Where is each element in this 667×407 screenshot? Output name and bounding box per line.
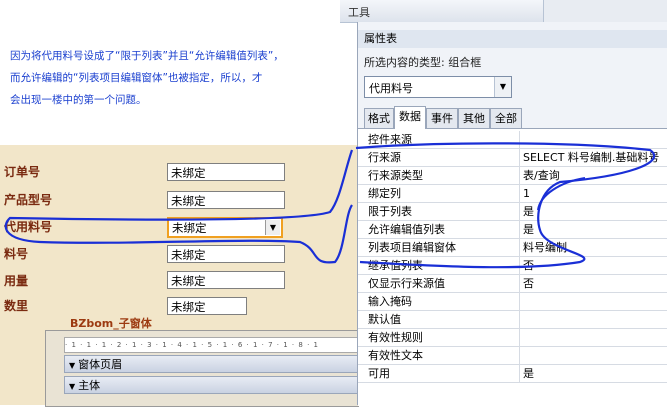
property-row[interactable]: 默认值 (358, 311, 667, 329)
combobox-value: 未绑定 (172, 221, 207, 235)
property-value[interactable] (519, 329, 667, 346)
property-row[interactable]: 仅显示行来源值 否 (358, 275, 667, 293)
section-label: 主体 (78, 379, 101, 392)
property-row[interactable]: 可用 是 (358, 365, 667, 383)
subform-label: BZbom_子窗体 (70, 317, 152, 330)
note-line: 因为将代用料号设成了“限于列表”并且“允许编辑值列表”， (10, 50, 284, 62)
property-value[interactable]: 是 (519, 203, 667, 220)
property-value[interactable]: 1 (519, 185, 667, 202)
textbox-part-no[interactable]: 未绑定 (167, 245, 285, 263)
property-name: 控件来源 (368, 133, 412, 146)
property-value[interactable] (519, 131, 667, 148)
property-value[interactable]: 是 (519, 221, 667, 238)
property-value[interactable] (519, 311, 667, 328)
property-row[interactable]: 行来源 SELECT 料号编制.基础料号 (358, 149, 667, 167)
property-name: 继承值列表 (368, 259, 423, 272)
control-selector-dropdown[interactable]: 代用料号 ▼ (364, 76, 512, 98)
textbox-order-no[interactable]: 未绑定 (167, 163, 285, 181)
property-value[interactable]: 否 (519, 257, 667, 274)
property-name: 有效性文本 (368, 349, 423, 362)
combobox-substitute-part-no[interactable]: 未绑定 ▼ (167, 217, 283, 238)
field-label-quantity: 数里 (4, 299, 29, 313)
property-value[interactable]: 是 (519, 365, 667, 382)
property-value[interactable]: 表/查询 (519, 167, 667, 184)
annotation-note-area: 因为将代用料号设成了“限于列表”并且“允许编辑值列表”， 而允许编辑的“列表项目… (0, 0, 352, 145)
property-grid: 控件来源 行来源 SELECT 料号编制.基础料号 行来源类型 表/查询 绑定列 1 … (358, 128, 667, 406)
property-name: 输入掩码 (368, 295, 412, 308)
property-row[interactable]: 列表项目编辑窗体 料号编制 (358, 239, 667, 257)
section-toggle-icon: ▼ (69, 361, 76, 370)
property-value[interactable] (519, 293, 667, 310)
note-line: 会出现一楼中的第一个问题。 (10, 94, 147, 106)
property-name: 列表项目编辑窗体 (368, 241, 456, 254)
property-row[interactable]: 限于列表 是 (358, 203, 667, 221)
textbox-product-model[interactable]: 未绑定 (167, 191, 285, 209)
property-row[interactable]: 有效性文本 (358, 347, 667, 365)
field-label-order-no: 订单号 (4, 165, 41, 179)
horizontal-ruler: · 1 · 1 · 1 · 2 · 1 · 3 · 1 · 4 · 1 · 5 … (64, 337, 360, 353)
property-name: 允许编辑值列表 (368, 223, 445, 236)
dropdown-arrow-icon[interactable]: ▼ (265, 220, 280, 235)
annotation-note-text: 因为将代用料号设成了“限于列表”并且“允许编辑值列表”， 而允许编辑的“列表项目… (10, 45, 350, 111)
property-name: 默认值 (368, 313, 401, 326)
property-value[interactable]: SELECT 料号编制.基础料号 (519, 149, 667, 166)
section-bar-detail[interactable]: ▼ 主体 (64, 376, 358, 394)
property-row[interactable]: 行来源类型 表/查询 (358, 167, 667, 185)
tools-group-label: 工具 (348, 6, 370, 19)
tab-format[interactable]: 格式 (364, 108, 394, 128)
property-name: 可用 (368, 367, 390, 380)
property-name: 行来源 (368, 151, 401, 164)
field-label-usage: 用量 (4, 274, 29, 288)
tab-all[interactable]: 全部 (490, 108, 522, 128)
property-row[interactable]: 绑定列 1 (358, 185, 667, 203)
textbox-usage[interactable]: 未绑定 (167, 271, 285, 289)
property-sheet: 属性表 所选内容的类型: 组合框 代用料号 ▼ 格式 数据 事件 其他 全部 控… (357, 22, 667, 406)
textbox-quantity[interactable]: 未绑定 (167, 297, 247, 315)
property-value[interactable]: 否 (519, 275, 667, 292)
form-design-surface[interactable]: 订单号 未绑定 产品型号 未绑定 代用料号 未绑定 ▼ 料号 未绑定 用量 未绑… (0, 145, 360, 407)
property-sheet-title: 属性表 (358, 30, 667, 48)
tab-event[interactable]: 事件 (426, 108, 458, 128)
ribbon-panel (543, 0, 667, 22)
section-toggle-icon: ▼ (69, 382, 76, 391)
note-line: 而允许编辑的“列表项目编辑窗体”也被指定，所以，才 (10, 72, 263, 84)
selection-type-label: 所选内容的类型: 组合框 (364, 56, 482, 69)
subform-control[interactable]: · 1 · 1 · 1 · 2 · 1 · 3 · 1 · 4 · 1 · 5 … (45, 330, 360, 407)
property-name: 仅显示行来源值 (368, 277, 445, 290)
tab-data[interactable]: 数据 (394, 106, 426, 129)
section-bar-form-header[interactable]: ▼ 窗体页眉 (64, 355, 358, 373)
selected-control-name: 代用料号 (369, 82, 413, 95)
property-row[interactable]: 允许编辑值列表 是 (358, 221, 667, 239)
property-name: 限于列表 (368, 205, 412, 218)
property-value[interactable] (519, 347, 667, 364)
property-row[interactable]: 有效性规则 (358, 329, 667, 347)
property-value[interactable]: 料号编制 (519, 239, 667, 256)
tab-other[interactable]: 其他 (458, 108, 490, 128)
field-label-substitute-part-no: 代用料号 (4, 220, 53, 234)
property-row[interactable]: 继承值列表 否 (358, 257, 667, 275)
field-label-product-model: 产品型号 (4, 193, 53, 207)
property-row[interactable]: 控件来源 (358, 131, 667, 149)
property-name: 行来源类型 (368, 169, 423, 182)
field-label-part-no: 料号 (4, 247, 29, 261)
ribbon-strip: 工具 (340, 0, 667, 23)
section-label: 窗体页眉 (78, 358, 123, 371)
property-name: 绑定列 (368, 187, 401, 200)
dropdown-arrow-icon[interactable]: ▼ (494, 77, 511, 97)
property-row[interactable]: 输入掩码 (358, 293, 667, 311)
property-name: 有效性规则 (368, 331, 423, 344)
